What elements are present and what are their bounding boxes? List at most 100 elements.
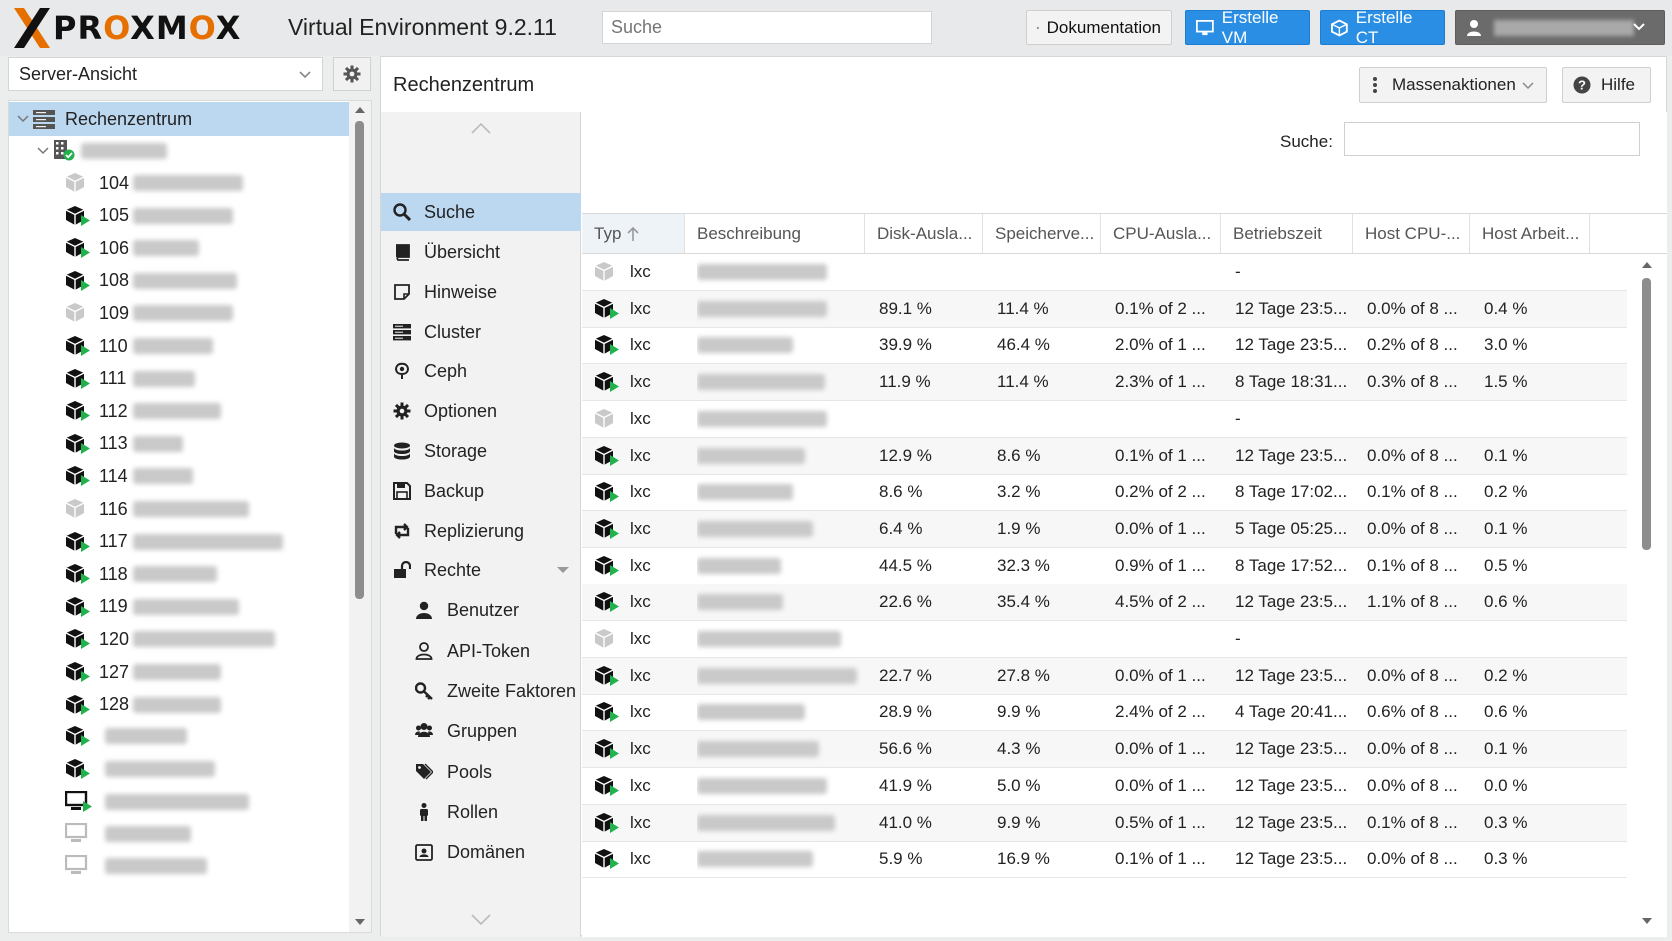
nav-domänen[interactable]: Domänen (381, 833, 581, 871)
chevron-down-icon[interactable] (17, 113, 29, 125)
nav-pools[interactable]: Pools (381, 753, 581, 791)
grid-scrollbar[interactable] (1640, 260, 1654, 930)
tree-ct-112[interactable]: 112 (9, 394, 349, 428)
cpu-cell: 0.1% of 2 ... (1115, 298, 1206, 318)
table-row[interactable]: lxc 8.6 % 3.2 % 0.2% of 2 ... 8 Tage 17:02..… (582, 474, 1627, 512)
column-header[interactable]: Speicherve... (983, 214, 1101, 253)
table-row[interactable]: lxc 41.0 % 9.9 % 0.5% of 1 ... 12 Tage 23:5.… (582, 804, 1627, 842)
tree-root-datacenter[interactable]: Rechenzentrum (9, 102, 349, 136)
user-menu-button[interactable] (1455, 10, 1665, 45)
caret-down-icon[interactable] (556, 565, 570, 575)
documentation-button[interactable]: Dokumentation (1026, 10, 1172, 45)
nav-rechte[interactable]: Rechte (381, 551, 581, 589)
global-search-input[interactable] (602, 11, 932, 44)
tree-ct-110[interactable]: 110 (9, 329, 349, 363)
table-row[interactable]: lxc - (582, 401, 1627, 438)
tree-scroll-thumb[interactable] (355, 121, 364, 599)
grid-search-input[interactable] (1344, 122, 1640, 156)
table-row[interactable]: lxc 22.6 % 35.4 % 4.5% of 2 ... 12 Tage 23:5… (582, 584, 1627, 622)
scroll-up-arrow-icon[interactable] (354, 105, 366, 115)
create-vm-button[interactable]: Erstelle VM (1185, 8, 1310, 47)
table-row[interactable]: lxc 39.9 % 46.4 % 2.0% of 1 ... 12 Tage 23:5… (582, 327, 1627, 365)
tree-vm-stopped[interactable] (9, 817, 349, 851)
tree-ct-128[interactable]: 128 (9, 688, 349, 722)
tree-ct-114[interactable]: 114 (9, 459, 349, 493)
tree-ct-105[interactable]: 105 (9, 199, 349, 233)
help-button[interactable]: ? Hilfe (1562, 67, 1651, 103)
column-header[interactable]: Betriebszeit (1221, 214, 1353, 253)
view-selector[interactable]: Server-Ansicht (8, 57, 323, 91)
retweet-icon (394, 523, 410, 539)
table-row[interactable]: lxc 56.6 % 4.3 % 0.0% of 1 ... 12 Tage 23:5.… (582, 731, 1627, 769)
nav-hinweise[interactable]: Hinweise (381, 273, 581, 311)
nav-rollen[interactable]: Rollen (381, 793, 581, 831)
table-row[interactable]: lxc 5.9 % 16.9 % 0.1% of 1 ... 12 Tage 23:5.… (582, 841, 1627, 879)
column-header[interactable]: Host Arbeit... (1470, 214, 1590, 253)
tree-ct-117[interactable]: 117 (9, 525, 349, 559)
tree-settings-button[interactable] (333, 57, 371, 91)
column-header[interactable]: Beschreibung (685, 214, 865, 253)
grid-scroll-thumb[interactable] (1642, 278, 1651, 550)
tree-node-host[interactable] (9, 134, 349, 168)
scroll-down-arrow-icon[interactable] (1641, 916, 1653, 926)
bulk-actions-button[interactable]: Massenaktionen (1359, 67, 1547, 103)
tree-ct-118[interactable]: 118 (9, 557, 349, 591)
column-header[interactable]: Disk-Ausla... (865, 214, 983, 253)
tree-ct-119[interactable]: 119 (9, 590, 349, 624)
chevron-down-icon[interactable] (37, 145, 49, 157)
uptime-cell: - (1235, 629, 1241, 648)
tree-ct-116[interactable]: 116 (9, 492, 349, 526)
table-row[interactable]: lxc 12.9 % 8.6 % 0.1% of 1 ... 12 Tage 23:5.… (582, 437, 1627, 475)
tree-ct-120[interactable]: 120 (9, 622, 349, 656)
tree-ct-unnamed[interactable] (9, 719, 349, 753)
nav-ceph[interactable]: Ceph (381, 352, 581, 390)
nav-scroll-down-icon[interactable] (471, 914, 491, 926)
mem-cell (997, 401, 1101, 437)
note-icon (394, 284, 410, 300)
tree-ct-106[interactable]: 106 (9, 231, 349, 265)
tree-ct-109[interactable]: 109 (9, 296, 349, 330)
tree-scrollbar[interactable] (349, 101, 371, 932)
tree-vm-running[interactable] (9, 785, 349, 819)
nav-api-token[interactable]: API-Token (381, 632, 581, 670)
nav-cluster[interactable]: Cluster (381, 313, 581, 351)
table-row[interactable]: lxc - (582, 254, 1627, 291)
create-ct-button[interactable]: Erstelle CT (1320, 8, 1445, 47)
tree-ct-unnamed[interactable] (9, 752, 349, 786)
nav-übersicht[interactable]: Übersicht (381, 233, 581, 271)
nav-optionen[interactable]: Optionen (381, 392, 581, 430)
nav-storage[interactable]: Storage (381, 432, 581, 470)
ct-name-redacted (133, 468, 193, 485)
table-row[interactable]: lxc 44.5 % 32.3 % 0.9% of 1 ... 8 Tage 17:52… (582, 548, 1627, 585)
table-row[interactable]: lxc 6.4 % 1.9 % 0.0% of 1 ... 5 Tage 05:25..… (582, 510, 1627, 548)
proxmox-logo[interactable]: PROXMOX (12, 6, 241, 50)
nav-zweite-faktoren[interactable]: Zweite Faktoren (381, 672, 581, 710)
tree-vm-stopped[interactable] (9, 849, 349, 883)
nav-scroll-up-icon[interactable] (471, 122, 491, 134)
column-header[interactable]: Typ (582, 214, 685, 253)
table-row[interactable]: lxc - (582, 621, 1627, 658)
nav-gruppen[interactable]: Gruppen (381, 712, 581, 750)
tree-ct-113[interactable]: 113 (9, 427, 349, 461)
nav-benutzer[interactable]: Benutzer (381, 591, 581, 629)
table-row[interactable]: lxc 41.9 % 5.0 % 0.0% of 1 ... 12 Tage 23:5.… (582, 768, 1627, 805)
nav-suche[interactable]: Suche (381, 193, 581, 231)
resource-tree[interactable]: Rechenzentrum 104 105 106 108 109 110 111 112 11… (8, 100, 372, 933)
scroll-up-arrow-icon[interactable] (1641, 260, 1653, 270)
nav-label: Hinweise (424, 281, 498, 302)
hostcpu-cell: 0.1% of 8 ... (1367, 555, 1458, 575)
scroll-down-arrow-icon[interactable] (354, 917, 366, 927)
table-row[interactable]: lxc 28.9 % 9.9 % 2.4% of 2 ... 4 Tage 20:41.… (582, 694, 1627, 732)
column-header[interactable]: Host CPU-... (1353, 214, 1470, 253)
tree-ct-104[interactable]: 104 (9, 166, 349, 200)
table-row[interactable]: lxc 89.1 % 11.4 % 0.1% of 2 ... 12 Tage 23:5… (582, 290, 1627, 328)
tree-ct-108[interactable]: 108 (9, 264, 349, 298)
tree-ct-127[interactable]: 127 (9, 655, 349, 689)
column-header[interactable]: CPU-Ausla... (1101, 214, 1221, 253)
table-row[interactable]: lxc 11.9 % 11.4 % 2.3% of 1 ... 8 Tage 18:31… (582, 364, 1627, 402)
table-row[interactable]: lxc 22.7 % 27.8 % 0.0% of 1 ... 12 Tage 23:5… (582, 657, 1627, 695)
nav-replizierung[interactable]: Replizierung (381, 512, 581, 550)
ct-name-redacted (133, 501, 249, 517)
nav-backup[interactable]: Backup (381, 472, 581, 510)
tree-ct-111[interactable]: 111 (9, 362, 349, 396)
